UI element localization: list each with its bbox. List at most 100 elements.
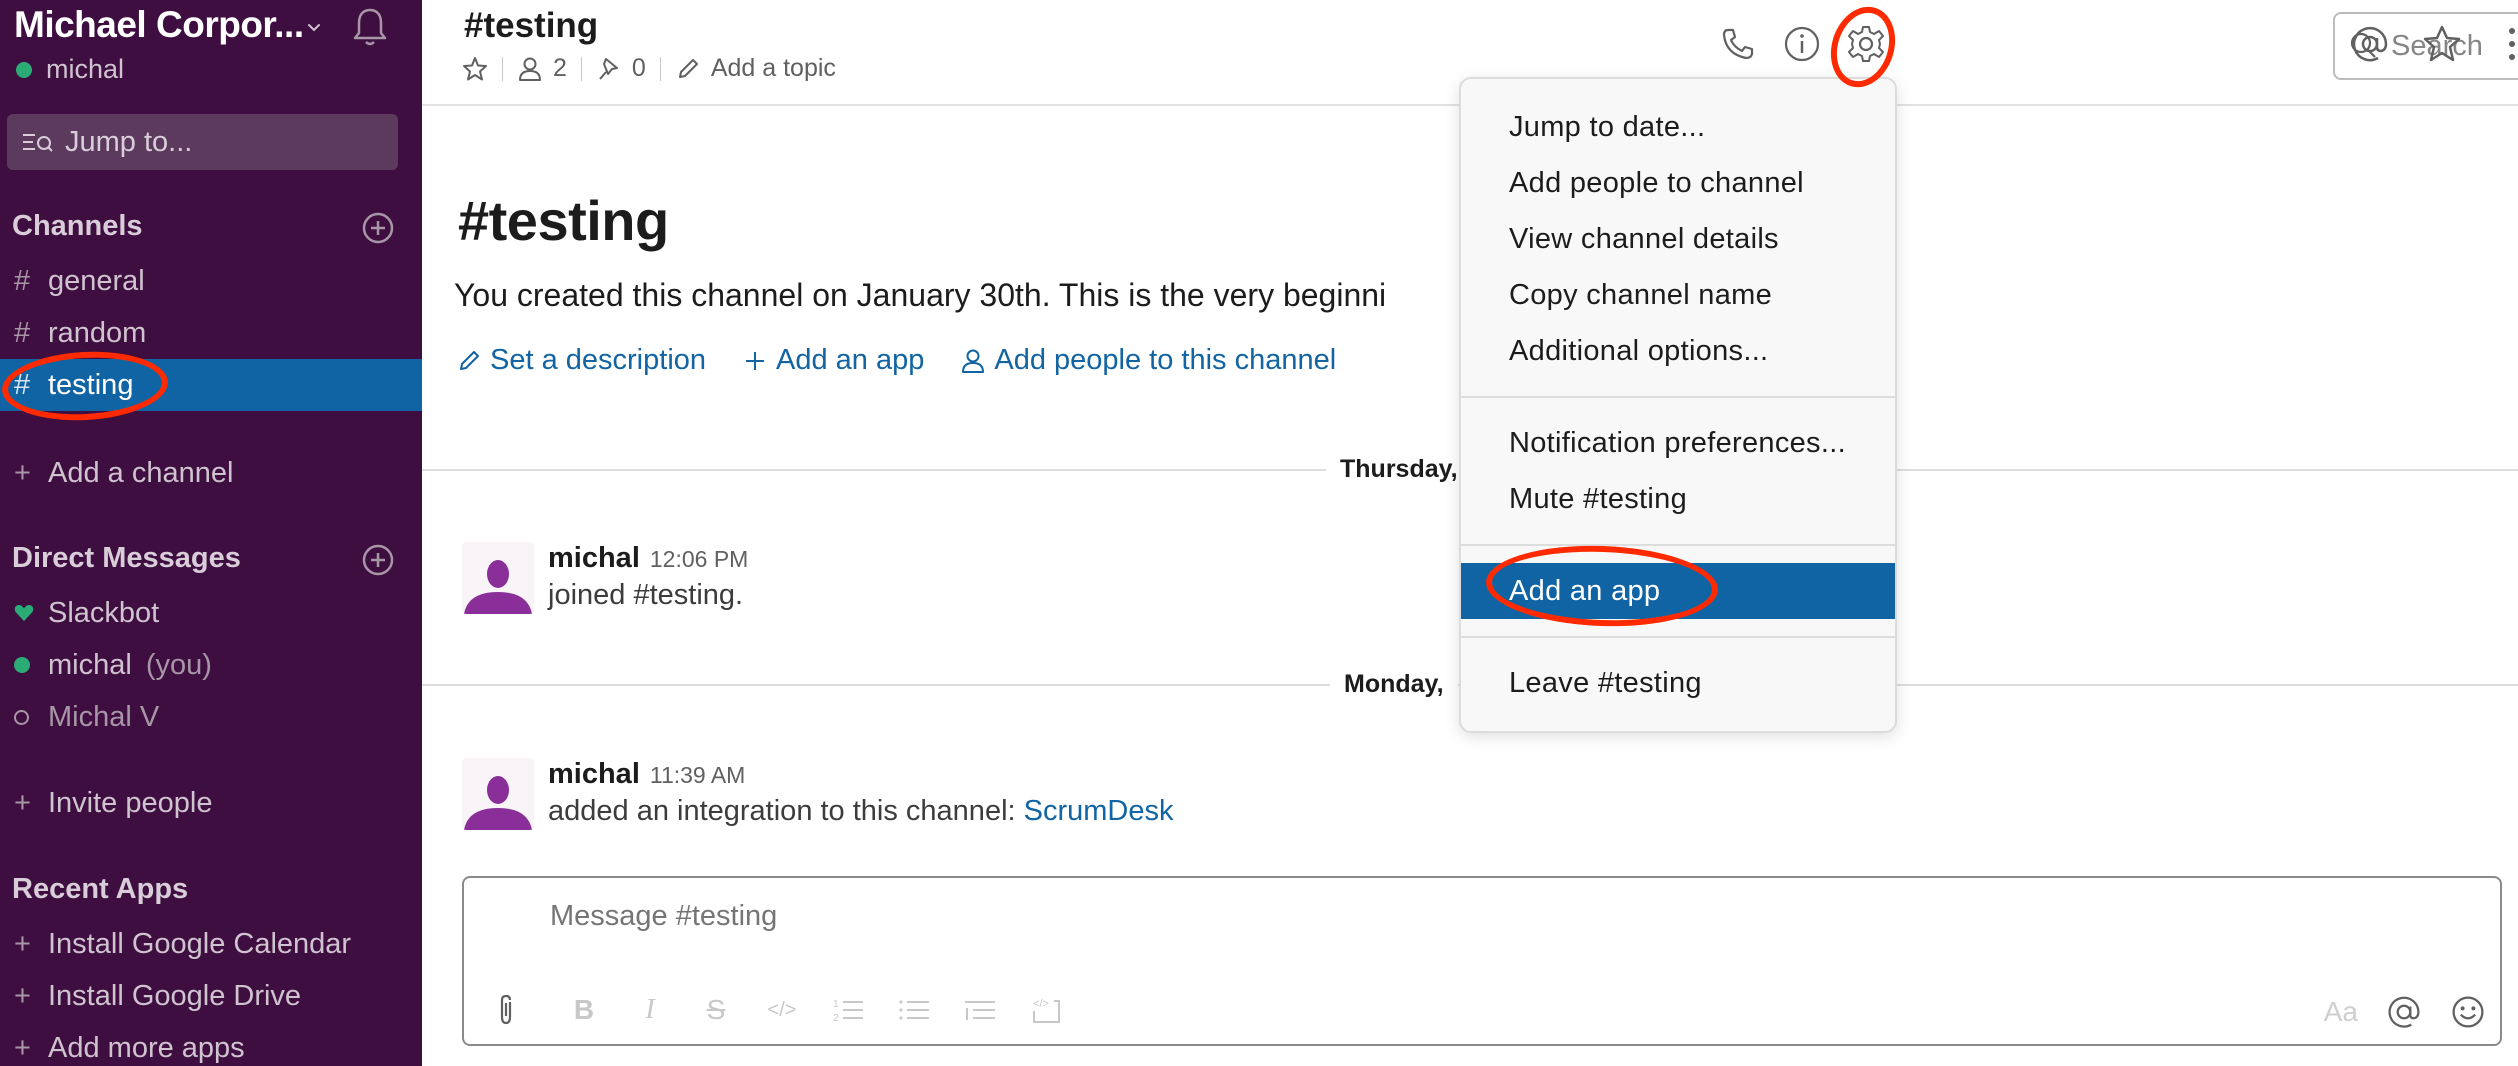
workspace-name[interactable]: Michael Corpor...: [14, 4, 304, 46]
chevron-down-icon[interactable]: [304, 18, 324, 38]
info-icon[interactable]: [1782, 24, 1822, 64]
emoji-icon[interactable]: [2450, 994, 2486, 1030]
app-label: Install Google Calendar: [48, 927, 352, 960]
sidebar-channel-testing[interactable]: # testing: [0, 359, 422, 411]
message: michal 11:39 AM added an integration to t…: [462, 758, 1174, 830]
sidebar-channel-general[interactable]: # general: [0, 255, 422, 307]
members-count[interactable]: 2: [553, 54, 567, 83]
hash-icon: #: [14, 316, 31, 349]
menu-item-leave[interactable]: Leave #testing: [1461, 655, 1895, 711]
add-channel-button[interactable]: + Add a channel: [0, 447, 422, 499]
pins-count[interactable]: 0: [632, 54, 646, 83]
strikethrough-icon[interactable]: S: [696, 992, 736, 1028]
message-timestamp[interactable]: 11:39 AM: [650, 762, 745, 788]
sidebar-dm-michal-v[interactable]: Michal V: [0, 691, 422, 743]
channel-meta: 2 0 Add a topic: [462, 54, 836, 83]
add-dm-plus-icon[interactable]: [362, 544, 394, 576]
online-status-icon: [16, 61, 32, 78]
pin-icon[interactable]: [596, 56, 622, 82]
ordered-list-icon[interactable]: 12: [828, 992, 868, 1028]
members-icon[interactable]: [517, 56, 543, 82]
direct-messages-heading[interactable]: Direct Messages: [12, 542, 241, 575]
message-input[interactable]: [550, 900, 2250, 933]
channel-settings-menu: Jump to date... Add people to channel Vi…: [1459, 77, 1897, 733]
plus-icon: +: [14, 979, 31, 1012]
person-icon: [962, 349, 985, 373]
heart-icon: [14, 604, 48, 622]
menu-divider: [1461, 544, 1895, 546]
avatar[interactable]: [462, 758, 534, 830]
message-author[interactable]: michal: [548, 542, 640, 574]
bulleted-list-icon[interactable]: [894, 992, 934, 1028]
add-more-apps[interactable]: + Add more apps: [0, 1022, 422, 1066]
install-google-drive[interactable]: + Install Google Drive: [0, 970, 422, 1022]
menu-item-additional-options[interactable]: Additional options...: [1461, 323, 1895, 379]
gear-icon[interactable]: [1846, 24, 1886, 64]
menu-item-add-app[interactable]: Add an app: [1461, 563, 1895, 619]
user-status[interactable]: michal: [16, 54, 124, 85]
formatting-toggle[interactable]: Aa: [2324, 996, 2358, 1028]
set-description-link[interactable]: Set a description: [456, 344, 706, 377]
plus-icon: +: [14, 456, 31, 489]
sidebar-channel-random[interactable]: # random: [0, 307, 422, 359]
formatting-toolbar: B I S </> 12 </>: [486, 992, 1092, 1028]
channel-name: random: [48, 316, 147, 349]
more-vertical-icon[interactable]: [2492, 24, 2518, 64]
message-timestamp[interactable]: 12:06 PM: [650, 546, 748, 572]
menu-item-mute[interactable]: Mute #testing: [1461, 471, 1895, 527]
menu-item-jump-to-date[interactable]: Jump to date...: [1461, 99, 1895, 155]
online-status-icon: [14, 657, 48, 673]
attach-icon[interactable]: [486, 992, 526, 1028]
plus-icon: +: [14, 927, 31, 960]
divider: [502, 56, 503, 81]
offline-status-icon: [14, 709, 48, 725]
code-block-icon[interactable]: </>: [1026, 992, 1066, 1028]
add-people-label: Add people to this channel: [994, 344, 1337, 376]
sidebar-dm-slackbot[interactable]: Slackbot: [0, 587, 422, 639]
jump-to-button[interactable]: Jump to...: [7, 114, 398, 170]
set-description-label: Set a description: [490, 344, 707, 376]
dm-name: Slackbot: [48, 596, 160, 629]
avatar[interactable]: [462, 542, 534, 614]
menu-item-notification-prefs[interactable]: Notification preferences...: [1461, 415, 1895, 471]
menu-item-view-details[interactable]: View channel details: [1461, 211, 1895, 267]
recent-apps-heading[interactable]: Recent Apps: [12, 873, 188, 906]
star-icon[interactable]: [462, 56, 488, 82]
channel-intro-title: #testing: [458, 189, 669, 252]
channel-title[interactable]: #testing: [464, 6, 598, 46]
svg-text:1: 1: [833, 999, 839, 1010]
star-icon[interactable]: [2422, 24, 2462, 64]
channel-intro-text: You created this channel on January 30th…: [454, 277, 1387, 313]
add-channel-plus-icon[interactable]: [362, 212, 394, 244]
you-suffix: (you): [145, 648, 212, 681]
menu-item-copy-name[interactable]: Copy channel name: [1461, 267, 1895, 323]
message-text: joined #testing.: [548, 579, 744, 611]
day-label[interactable]: Thursday,: [1326, 455, 1472, 484]
day-label[interactable]: Monday,: [1330, 670, 1458, 699]
italic-icon[interactable]: I: [630, 992, 670, 1028]
add-people-link[interactable]: Add people to this channel: [960, 344, 1336, 377]
add-channel-label: Add a channel: [48, 456, 234, 489]
add-app-label: Add an app: [776, 344, 925, 376]
menu-item-add-people[interactable]: Add people to channel: [1461, 155, 1895, 211]
mention-icon[interactable]: [2350, 24, 2390, 64]
phone-icon[interactable]: [1718, 24, 1758, 64]
message-author[interactable]: michal: [548, 758, 640, 790]
menu-divider: [1461, 636, 1895, 638]
jump-to-icon: [23, 134, 53, 152]
invite-people-button[interactable]: + Invite people: [0, 777, 422, 829]
mention-icon[interactable]: [2386, 994, 2422, 1030]
channels-heading[interactable]: Channels: [12, 210, 143, 243]
add-topic-link[interactable]: Add a topic: [711, 54, 836, 83]
add-app-link[interactable]: Add an app: [742, 344, 924, 377]
bell-icon[interactable]: [350, 6, 390, 48]
sidebar: Michael Corpor... michal Jump to... Chan…: [0, 0, 422, 1066]
integration-link[interactable]: ScrumDesk: [1024, 795, 1174, 827]
code-icon[interactable]: </>: [762, 992, 802, 1028]
user-avatar-icon: [464, 560, 532, 614]
composer-actions: Aa: [2324, 994, 2486, 1030]
bold-icon[interactable]: B: [564, 992, 604, 1028]
quote-icon[interactable]: [960, 992, 1000, 1028]
sidebar-dm-self[interactable]: michal (you): [0, 639, 422, 691]
install-google-calendar[interactable]: + Install Google Calendar: [0, 918, 422, 970]
